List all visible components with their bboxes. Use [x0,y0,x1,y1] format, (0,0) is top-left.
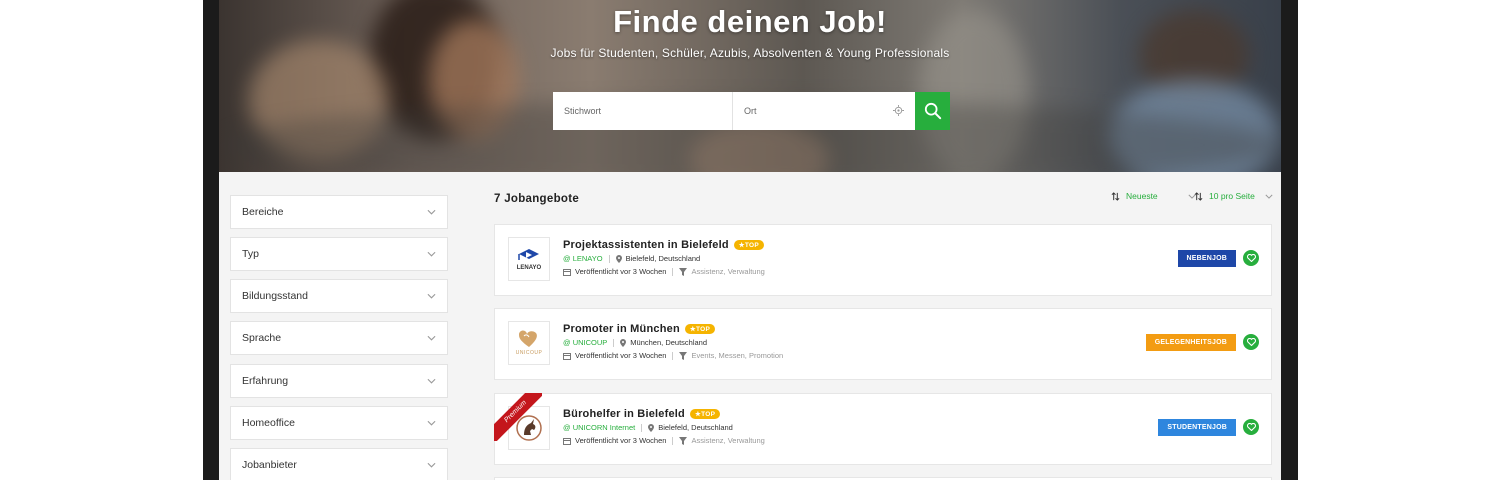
filter-label: Homeoffice [242,417,295,429]
keyword-input[interactable]: Stichwort [553,92,733,130]
favorite-button[interactable] [1243,250,1259,266]
heart-icon [1246,338,1256,346]
filter-label: Jobanbieter [242,459,297,471]
filter-bereiche[interactable]: Bereiche [230,195,448,229]
filter-label: Bildungsstand [242,290,308,302]
company-logo: UNICOUP [508,321,550,365]
heart-icon [1246,254,1256,262]
job-categories: Assistenz, Verwaltung [691,436,765,445]
chevron-down-icon [427,378,436,384]
job-meta: @ UNICOUP München, Deutschland [563,338,707,347]
published-date: Veröffentlicht vor 3 Wochen [575,267,667,276]
per-page-select[interactable]: 10 pro Seite [1194,191,1273,201]
chevron-down-icon [427,420,436,426]
job-card[interactable]: LENAYO Projektassistenten in Bielefeld ★… [494,224,1272,296]
job-type-badge: NEBENJOB [1177,250,1236,267]
job-title[interactable]: Promoter in München [563,323,680,335]
search-button[interactable] [915,92,950,130]
filter-icon [679,267,688,276]
job-type-badge: STUDENTENJOB [1158,419,1236,436]
favorite-button[interactable] [1243,334,1259,350]
job-title-row: Promoter in München ★TOP [563,323,716,335]
company-link[interactable]: @ UNICORN Internet [563,423,635,432]
filter-icon [679,436,688,445]
filter-sprache[interactable]: Sprache [230,321,448,355]
job-search-bar: Stichwort Ort [553,92,950,130]
job-categories: Events, Messen, Promotion [691,351,784,360]
job-details: Veröffentlicht vor 3 Wochen Events, Mess… [563,351,783,360]
results-count: 7 Jobangebote [494,193,580,205]
sort-icon [1194,191,1203,201]
screen: Finde deinen Job! Jobs für Studenten, Sc… [219,0,1281,480]
location-placeholder: Ort [744,106,757,116]
hero-banner: Finde deinen Job! Jobs für Studenten, Sc… [219,0,1281,172]
company-link[interactable]: @ UNICOUP [563,338,607,347]
job-location: Bielefeld, Deutschland [658,423,733,432]
job-title-row: Projektassistenten in Bielefeld ★TOP [563,239,765,251]
job-details: Veröffentlicht vor 3 Wochen Assistenz, V… [563,267,765,276]
job-card[interactable]: UNICOUP Promoter in München ★TOP @ UNICO… [494,308,1272,380]
filter-label: Bereiche [242,206,284,218]
hero-title: Finde deinen Job! [613,4,887,39]
filter-bildungsstand[interactable]: Bildungsstand [230,279,448,313]
sort-icon [1111,191,1120,201]
sort-select[interactable]: Neueste [1111,191,1196,201]
job-title[interactable]: Bürohelfer in Bielefeld [563,408,685,420]
published-date: Veröffentlicht vor 3 Wochen [575,351,667,360]
logo-text: UNICOUP [515,350,543,356]
job-meta: @ UNICORN Internet Bielefeld, Deutschlan… [563,423,733,432]
premium-label: Premium [494,393,542,441]
job-title-row: Bürohelfer in Bielefeld ★TOP [563,408,721,420]
top-badge: ★TOP [684,324,716,334]
top-badge: ★TOP [689,409,721,419]
calendar-icon [563,352,571,360]
calendar-icon [563,437,571,445]
filter-label: Sprache [242,332,282,344]
job-location: München, Deutschland [630,338,708,347]
hero-subtitle: Jobs für Studenten, Schüler, Azubis, Abs… [550,46,950,60]
filter-erfahrung[interactable]: Erfahrung [230,364,448,398]
per-page-label: 10 pro Seite [1209,191,1255,201]
company-link[interactable]: @ LENAYO [563,254,603,263]
heart-icon [1246,423,1256,431]
published-date: Veröffentlicht vor 3 Wochen [575,436,667,445]
location-input[interactable]: Ort [733,92,915,130]
location-pin-icon [620,338,627,347]
chevron-down-icon [427,209,436,215]
chevron-down-icon [427,293,436,299]
job-meta: @ LENAYO Bielefeld, Deutschland [563,254,700,263]
locate-me-icon[interactable] [893,104,904,118]
location-pin-icon [615,254,622,263]
lenayo-logo-icon [518,248,539,260]
top-badge: ★TOP [733,240,765,250]
chevron-down-icon [427,251,436,257]
chevron-down-icon [427,335,436,341]
job-details: Veröffentlicht vor 3 Wochen Assistenz, V… [563,436,765,445]
sort-label: Neueste [1126,191,1158,201]
search-icon [924,102,941,120]
unicoup-logo-icon [518,330,537,347]
job-title[interactable]: Projektassistenten in Bielefeld [563,239,729,251]
filter-label: Typ [242,248,259,260]
location-pin-icon [648,423,655,432]
filter-homeoffice[interactable]: Homeoffice [230,406,448,440]
job-card[interactable]: Premium Bürohelfer in Bielefeld ★TOP @ U… [494,393,1272,465]
favorite-button[interactable] [1243,419,1259,435]
calendar-icon [563,268,571,276]
logo-text: LENAYO [516,264,542,271]
company-logo: LENAYO [508,237,550,281]
keyword-placeholder: Stichwort [564,106,602,116]
filter-icon [679,351,688,360]
job-categories: Assistenz, Verwaltung [691,267,765,276]
job-type-badge: GELEGENHEITSJOB [1145,334,1236,351]
premium-ribbon: Premium [494,393,542,441]
chevron-down-icon [1265,194,1273,199]
job-location: Bielefeld, Deutschland [625,254,701,263]
chevron-down-icon [427,462,436,468]
filter-label: Erfahrung [242,375,289,387]
filter-jobanbieter[interactable]: Jobanbieter [230,448,448,480]
filter-typ[interactable]: Typ [230,237,448,271]
